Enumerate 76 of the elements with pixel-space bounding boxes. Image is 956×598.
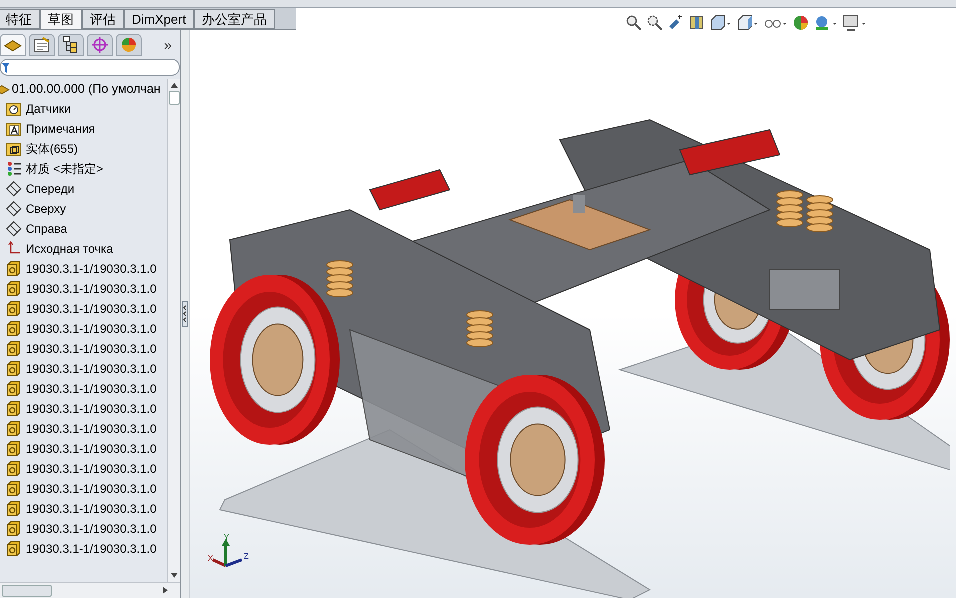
part-icon: [6, 541, 22, 557]
tree-item[interactable]: Справа: [0, 219, 167, 239]
zoom-area-icon[interactable]: [647, 15, 663, 31]
scroll-thumb[interactable]: [2, 584, 52, 596]
part-icon: [6, 261, 22, 277]
panel-tab[interactable]: [0, 34, 26, 56]
zoom-fit-icon[interactable]: [626, 15, 642, 31]
vertical-scrollbar[interactable]: [167, 79, 180, 582]
folder-letter-icon: [6, 121, 22, 137]
tree-item[interactable]: Датчики: [0, 99, 167, 119]
command-tab[interactable]: 草图: [40, 9, 82, 29]
part-icon: [6, 401, 22, 417]
part-icon: [6, 501, 22, 517]
property-sheet-icon: [33, 36, 51, 54]
scroll-thumb[interactable]: [169, 91, 180, 105]
tree-item[interactable]: 19030.3.1-1/19030.3.1.0: [0, 459, 167, 479]
axis-triad-drawing: X Y Z: [208, 534, 256, 572]
tree-item[interactable]: 19030.3.1-1/19030.3.1.0: [0, 259, 167, 279]
tree-item[interactable]: 19030.3.1-1/19030.3.1.0: [0, 419, 167, 439]
part-icon: [6, 521, 22, 537]
scroll-right-arrow-icon[interactable]: [163, 587, 168, 594]
part-icon: [6, 321, 22, 337]
command-tab[interactable]: 评估: [82, 9, 124, 29]
tree-item[interactable]: 19030.3.1-1/19030.3.1.0: [0, 519, 167, 539]
tree-item[interactable]: 19030.3.1-1/19030.3.1.0: [0, 399, 167, 419]
part-icon: [6, 361, 22, 377]
command-tab[interactable]: DimXpert: [124, 9, 194, 29]
panel-tab[interactable]: [29, 34, 55, 56]
part-icon: [6, 481, 22, 497]
command-tab[interactable]: 特征: [0, 9, 40, 29]
tree-item[interactable]: 材质 <未指定>: [0, 159, 167, 179]
color-ball-icon[interactable]: [793, 15, 809, 31]
plane-icon: [6, 221, 22, 237]
tree-item[interactable]: 19030.3.1-1/19030.3.1.0: [0, 279, 167, 299]
display-style-icon[interactable]: [737, 15, 759, 31]
command-tab[interactable]: 办公室产品: [194, 9, 276, 29]
more-tabs-button[interactable]: »: [164, 34, 176, 56]
target-icon: [91, 36, 109, 54]
folder-cube-icon: [6, 141, 22, 157]
tree-item[interactable]: Исходная точка: [0, 239, 167, 259]
tree-item[interactable]: 19030.3.1-1/19030.3.1.0: [0, 479, 167, 499]
tree-item[interactable]: 19030.3.1-1/19030.3.1.0: [0, 319, 167, 339]
tree-item[interactable]: 19030.3.1-1/19030.3.1.0: [0, 379, 167, 399]
view-orientation-icon[interactable]: [710, 15, 732, 31]
part-icon: [6, 301, 22, 317]
material-icon: [6, 161, 22, 177]
configuration-tree-icon: [62, 36, 80, 54]
tree-item[interactable]: 19030.3.1-1/19030.3.1.0: [0, 499, 167, 519]
part-icon: [6, 341, 22, 357]
monitor-icon[interactable]: [843, 15, 867, 31]
color-ball-icon: [120, 36, 138, 54]
panel-tab[interactable]: [58, 34, 84, 56]
folder-gauge-icon: [6, 101, 22, 117]
part-icon: [6, 381, 22, 397]
tree-item[interactable]: 19030.3.1-1/19030.3.1.0: [0, 439, 167, 459]
tree-item[interactable]: Сверху: [0, 199, 167, 219]
tree-item[interactable]: 19030.3.1-1/19030.3.1.0: [0, 299, 167, 319]
tree-item[interactable]: 19030.3.1-1/19030.3.1.0: [0, 539, 167, 559]
collapse-arrows-icon[interactable]: [182, 301, 188, 327]
plane-icon: [6, 181, 22, 197]
tree-item[interactable]: Спереди: [0, 179, 167, 199]
tree-item[interactable]: 01.00.00.000 (По умолчан: [0, 79, 167, 99]
part-icon: [6, 421, 22, 437]
tree-item[interactable]: 19030.3.1-1/19030.3.1.0: [0, 359, 167, 379]
horizontal-scrollbar[interactable]: [0, 582, 180, 598]
part-icon: [6, 281, 22, 297]
tree-item[interactable]: 实体(655): [0, 139, 167, 159]
filter-field[interactable]: [0, 59, 180, 76]
scroll-up-arrow-icon[interactable]: [170, 83, 178, 88]
funnel-icon: [2, 62, 10, 72]
tree-item[interactable]: Примечания: [0, 119, 167, 139]
part-icon: [6, 461, 22, 477]
plane-icon: [6, 201, 22, 217]
part-icon: [6, 441, 22, 457]
tree-item[interactable]: 19030.3.1-1/19030.3.1.0: [0, 339, 167, 359]
scroll-down-arrow-icon[interactable]: [170, 573, 178, 578]
